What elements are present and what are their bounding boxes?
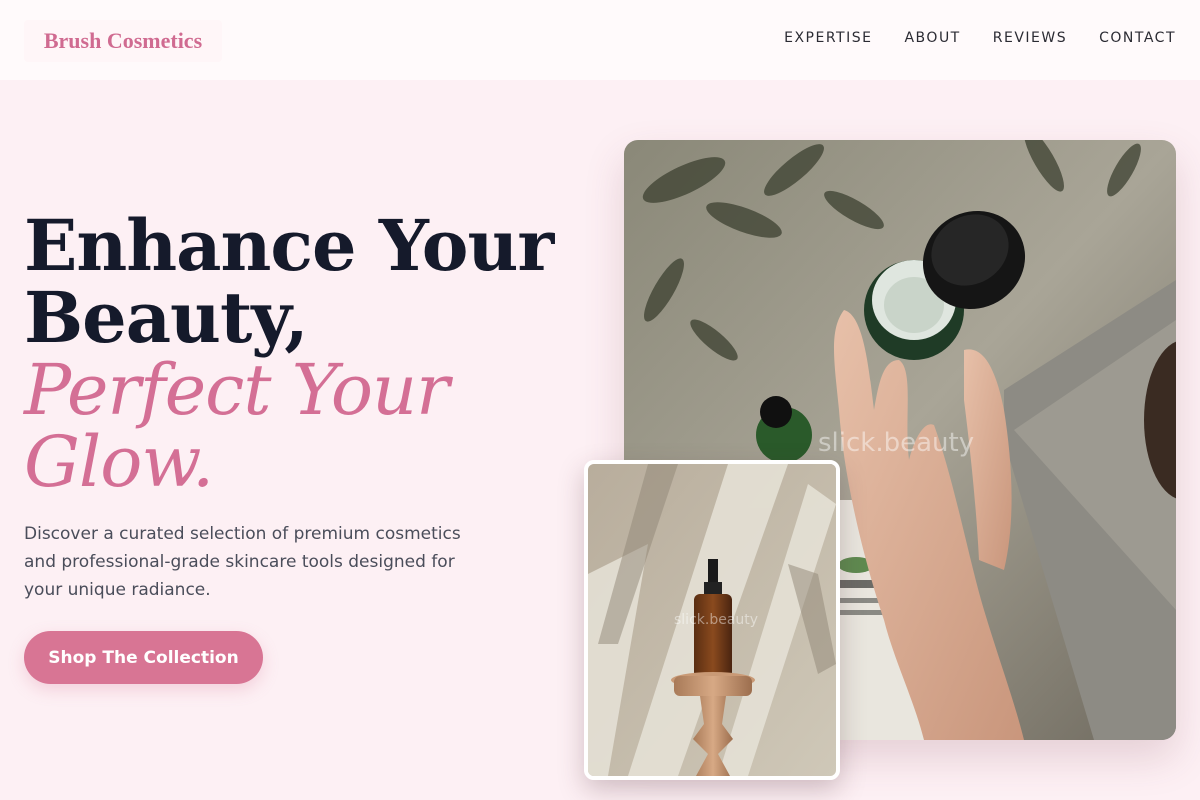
hero-title-line2: Beauty, — [24, 276, 309, 359]
brand-logo[interactable]: Brush Cosmetics — [24, 20, 222, 62]
nav-link-reviews[interactable]: REVIEWS — [993, 30, 1067, 46]
hero-title-accent-line2: Glow. — [24, 421, 214, 503]
serum-bottle-photo — [588, 464, 836, 776]
nav-link-about[interactable]: ABOUT — [904, 30, 960, 46]
hero-title-line1: Enhance Your — [24, 204, 554, 287]
hero-title-accent-line1: Perfect Your — [24, 349, 450, 431]
nav-link-expertise[interactable]: EXPERTISE — [784, 30, 872, 46]
nav-link-contact[interactable]: CONTACT — [1099, 30, 1176, 46]
site-header: Brush Cosmetics EXPERTISE ABOUT REVIEWS … — [0, 0, 1200, 80]
hero-title: Enhance Your Beauty, Perfect Your Glow. — [24, 204, 584, 503]
hero-secondary-image: slick.beauty — [584, 460, 840, 780]
shop-collection-button[interactable]: Shop The Collection — [24, 631, 263, 684]
hero-description: Discover a curated selection of premium … — [24, 524, 461, 600]
main-nav: EXPERTISE ABOUT REVIEWS CONTACT — [784, 30, 1176, 46]
